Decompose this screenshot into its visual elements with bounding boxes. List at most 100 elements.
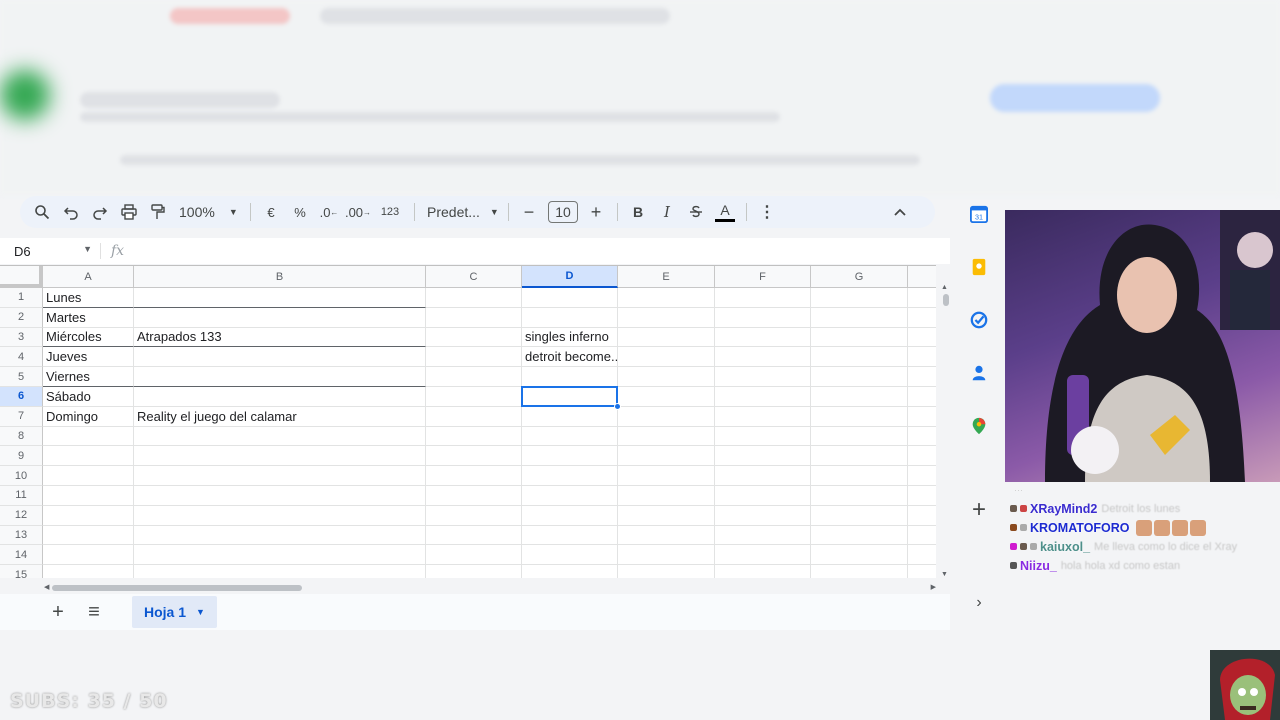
name-box[interactable]: D6 ▼ bbox=[0, 244, 100, 259]
cell-f15[interactable] bbox=[715, 565, 811, 578]
cell-g11[interactable] bbox=[811, 486, 908, 506]
row-header[interactable]: 8 bbox=[0, 426, 43, 447]
cell-h12[interactable] bbox=[908, 506, 936, 526]
cell-h14[interactable] bbox=[908, 545, 936, 566]
more-options-icon[interactable]: ⋮ bbox=[753, 198, 781, 226]
column-header[interactable]: E bbox=[618, 266, 715, 288]
active-cell-selection[interactable] bbox=[521, 386, 618, 407]
row-header[interactable]: 4 bbox=[0, 347, 43, 368]
cell-b11[interactable] bbox=[134, 486, 426, 506]
cell-a8[interactable] bbox=[43, 426, 134, 447]
cell-c7[interactable] bbox=[426, 406, 522, 427]
cell-e3[interactable] bbox=[618, 327, 715, 348]
number-format-button[interactable]: 123 bbox=[373, 198, 407, 226]
cell-b12[interactable] bbox=[134, 505, 426, 526]
collapse-toolbar-icon[interactable] bbox=[886, 198, 914, 226]
cell-d9[interactable] bbox=[522, 446, 618, 467]
cell-b1[interactable] bbox=[134, 288, 426, 308]
cell-h10[interactable] bbox=[908, 466, 936, 486]
cell-d14[interactable] bbox=[522, 545, 618, 566]
cell-g7[interactable] bbox=[811, 406, 908, 427]
cell-e11[interactable] bbox=[618, 486, 715, 506]
cell-f6[interactable] bbox=[715, 387, 811, 407]
expand-icon[interactable]: › bbox=[968, 592, 990, 614]
cell-a2[interactable]: Martes bbox=[43, 307, 134, 328]
scroll-left-icon[interactable]: ◀ bbox=[44, 583, 49, 591]
print-icon[interactable] bbox=[115, 198, 143, 226]
horizontal-scroll-thumb[interactable] bbox=[52, 585, 302, 591]
bold-button[interactable]: B bbox=[624, 198, 652, 226]
cell-a11[interactable] bbox=[43, 486, 134, 506]
cell-c1[interactable] bbox=[426, 288, 522, 308]
cell-f1[interactable] bbox=[715, 288, 811, 308]
cell-a4[interactable]: Jueves bbox=[43, 347, 134, 368]
cell-e5[interactable] bbox=[618, 367, 715, 387]
cell-c6[interactable] bbox=[426, 387, 522, 407]
search-icon[interactable] bbox=[28, 198, 56, 226]
cell-c15[interactable] bbox=[426, 565, 522, 578]
cell-g5[interactable] bbox=[811, 367, 908, 387]
redo-icon[interactable] bbox=[86, 198, 114, 226]
scroll-right-icon[interactable]: ▶ bbox=[931, 583, 936, 591]
cell-e2[interactable] bbox=[618, 307, 715, 328]
decrease-font-size-button[interactable]: − bbox=[515, 198, 543, 226]
cell-e10[interactable] bbox=[618, 466, 715, 486]
cell-e8[interactable] bbox=[618, 426, 715, 447]
column-header[interactable]: A bbox=[43, 266, 134, 288]
font-size-input[interactable]: 10 bbox=[548, 201, 578, 223]
cell-c5[interactable] bbox=[426, 367, 522, 387]
formula-input[interactable] bbox=[124, 238, 950, 264]
cell-a9[interactable] bbox=[43, 446, 134, 467]
cell-b14[interactable] bbox=[134, 545, 426, 566]
row-header[interactable]: 13 bbox=[0, 525, 43, 546]
row-header[interactable]: 9 bbox=[0, 446, 43, 467]
cell-b15[interactable] bbox=[134, 565, 426, 578]
cell-d7[interactable] bbox=[522, 406, 618, 427]
cell-g4[interactable] bbox=[811, 347, 908, 368]
cell-b8[interactable] bbox=[134, 426, 426, 447]
cell-a12[interactable] bbox=[43, 505, 134, 526]
cell-e13[interactable] bbox=[618, 525, 715, 546]
maps-icon[interactable] bbox=[968, 415, 990, 437]
cell-f2[interactable] bbox=[715, 307, 811, 328]
chat-username[interactable]: Niizu_ bbox=[1020, 559, 1057, 573]
cell-b9[interactable] bbox=[134, 446, 426, 467]
scroll-up-icon[interactable]: ▲ bbox=[941, 284, 948, 291]
cell-e1[interactable] bbox=[618, 288, 715, 308]
cell-h3[interactable] bbox=[908, 328, 936, 348]
cell-e9[interactable] bbox=[618, 446, 715, 467]
cell-h4[interactable] bbox=[908, 347, 936, 368]
cell-e7[interactable] bbox=[618, 406, 715, 427]
cell-e12[interactable] bbox=[618, 505, 715, 526]
increase-decimal-button[interactable]: .00 → bbox=[344, 198, 372, 226]
sheet-tab-hoja-1[interactable]: Hoja 1 ▼ bbox=[132, 596, 217, 628]
scroll-down-icon[interactable]: ▼ bbox=[941, 571, 948, 578]
zoom-select[interactable]: 100% ▼ bbox=[173, 198, 243, 226]
currency-format-button[interactable]: € bbox=[257, 198, 285, 226]
cell-g13[interactable] bbox=[811, 525, 908, 546]
cell-c4[interactable] bbox=[426, 347, 522, 368]
cell-b4[interactable] bbox=[134, 347, 426, 368]
column-header[interactable] bbox=[908, 266, 936, 288]
cell-d11[interactable] bbox=[522, 486, 618, 506]
undo-icon[interactable] bbox=[57, 198, 85, 226]
cell-b3[interactable]: Atrapados 133 bbox=[134, 327, 426, 348]
cell-d2[interactable] bbox=[522, 307, 618, 328]
cell-d3[interactable]: singles inferno bbox=[522, 327, 618, 348]
calendar-icon[interactable]: 31 bbox=[968, 203, 990, 225]
cell-c9[interactable] bbox=[426, 446, 522, 467]
tasks-icon[interactable] bbox=[968, 309, 990, 331]
cell-h13[interactable] bbox=[908, 526, 936, 546]
cell-f5[interactable] bbox=[715, 367, 811, 387]
cell-a6[interactable]: Sábado bbox=[43, 387, 134, 407]
contacts-icon[interactable] bbox=[968, 362, 990, 384]
cell-b10[interactable] bbox=[134, 466, 426, 486]
cell-h11[interactable] bbox=[908, 486, 936, 506]
add-sheet-icon[interactable]: + bbox=[40, 597, 76, 627]
spreadsheet-grid[interactable]: A B C D E F G 1 Lunes 2 Martes 3 Miércoles Atrapados … bbox=[0, 265, 936, 578]
row-header[interactable]: 15 bbox=[0, 565, 43, 578]
font-select[interactable]: Predet... ▼ bbox=[421, 198, 501, 226]
select-all-corner[interactable] bbox=[0, 266, 43, 288]
keep-icon[interactable] bbox=[968, 256, 990, 278]
cell-g14[interactable] bbox=[811, 545, 908, 566]
